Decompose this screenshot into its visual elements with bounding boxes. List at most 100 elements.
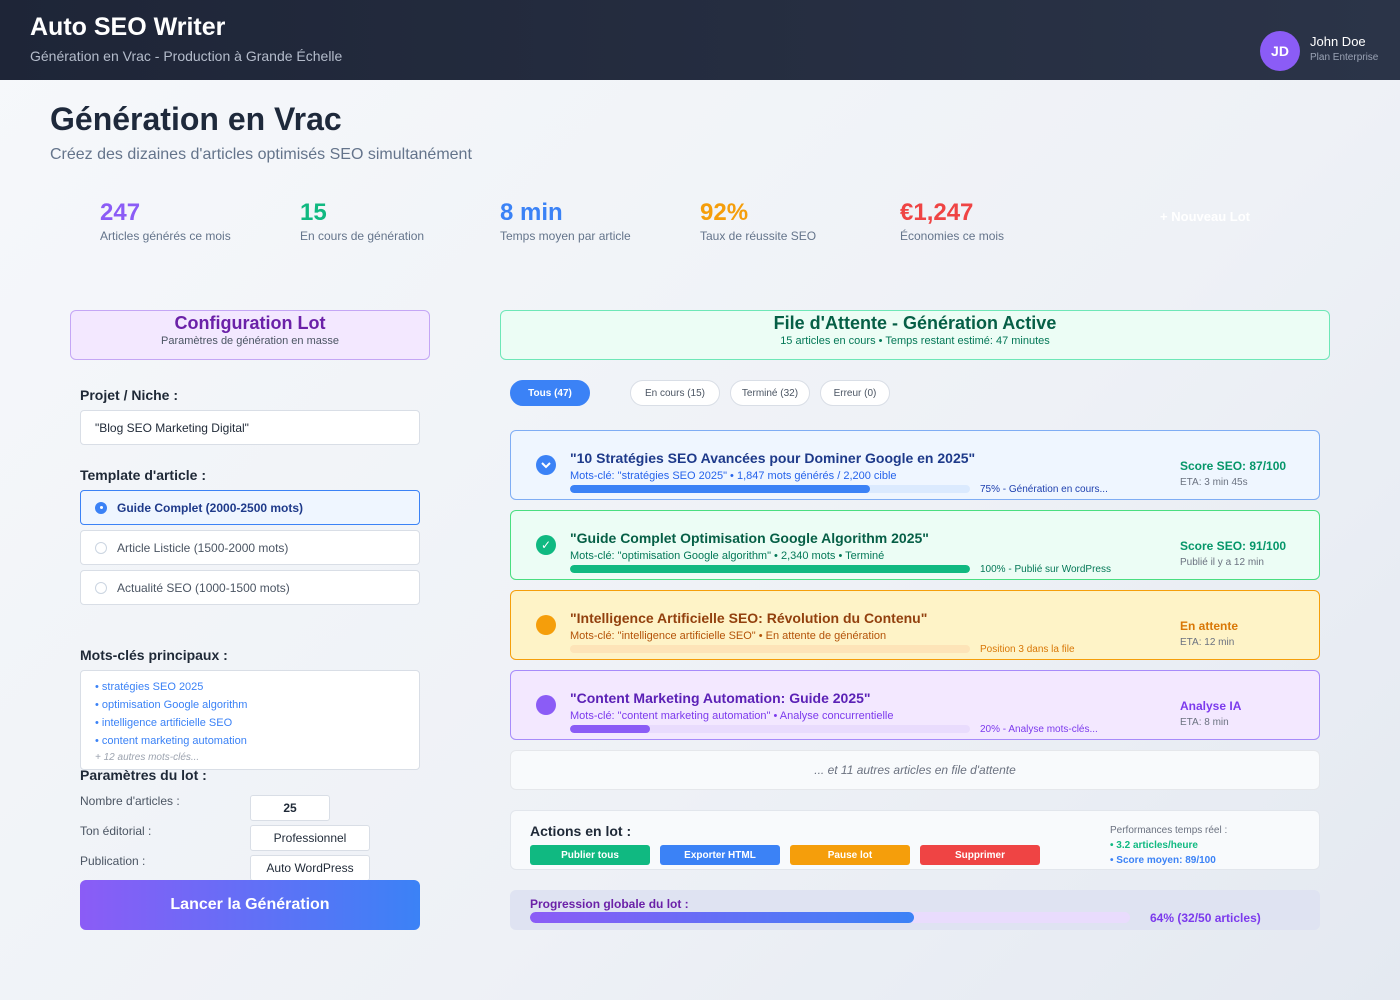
keyword-item: • optimisation Google algorithm	[95, 699, 248, 711]
global-progress-panel: Progression globale du lot : 64% (32/50 …	[510, 890, 1320, 930]
batch-actions-panel: Actions en lot : Publier tous Exporter H…	[510, 810, 1320, 870]
queue-item-score: Score SEO: 87/100	[1180, 459, 1287, 473]
stat-value-success-rate: 92%	[700, 199, 749, 226]
keyword-item: • content marketing automation	[95, 735, 247, 747]
progress-fill	[570, 725, 650, 733]
queue-item-progress-text: 100% - Publié sur WordPress	[980, 564, 1111, 575]
template-option-news[interactable]: Actualité SEO (1000-1500 mots)	[80, 570, 420, 605]
queue-item-eta: ETA: 8 min	[1180, 717, 1229, 728]
param-label-publication: Publication :	[80, 854, 146, 868]
queue-item[interactable]: "10 Stratégies SEO Avancées pour Dominer…	[510, 430, 1320, 500]
project-label: Projet / Niche :	[80, 387, 179, 403]
queue-item-progress-text: 75% - Génération en cours...	[980, 484, 1108, 495]
template-option-guide[interactable]: Guide Complet (2000-2500 mots)	[80, 490, 420, 525]
progress-fill	[570, 565, 970, 573]
performance-score: • Score moyen: 89/100	[1110, 855, 1216, 866]
delete-button[interactable]: Supprimer	[920, 845, 1040, 865]
param-label-count: Nombre d'articles :	[80, 794, 180, 808]
template-option-label: Guide Complet (2000-2500 mots)	[117, 500, 304, 515]
tab-in-progress[interactable]: En cours (15)	[630, 380, 720, 406]
queue-item[interactable]: ✓ "Guide Complet Optimisation Google Alg…	[510, 510, 1320, 580]
more-items-note[interactable]: ... et 11 autres articles en file d'atte…	[510, 750, 1320, 790]
circle-icon	[536, 695, 556, 715]
stat-label-in-progress: En cours de génération	[300, 229, 425, 243]
stat-value-savings: €1,247	[900, 199, 974, 226]
queue-item-status: En attente	[1180, 619, 1239, 633]
stat-value-articles: 247	[100, 199, 141, 226]
template-label: Template d'article :	[80, 467, 206, 483]
queue-item-meta: Mots-clé: "content marketing automation"…	[570, 710, 894, 722]
stat-value-avg-time: 8 min	[500, 199, 563, 226]
pause-lot-button[interactable]: Pause lot	[790, 845, 910, 865]
template-option-label: Actualité SEO (1000-1500 mots)	[117, 580, 290, 595]
article-count-input[interactable]: 25	[250, 795, 330, 821]
stat-label-savings: Économies ce mois	[900, 229, 1005, 243]
keyword-item: • stratégies SEO 2025	[95, 681, 204, 693]
queue-item-progress-text: Position 3 dans la file	[980, 644, 1075, 655]
queue-item-title: "Intelligence Artificielle SEO: Révoluti…	[570, 610, 928, 626]
queue-item-eta: Publié il y a 12 min	[1180, 557, 1264, 568]
queue-panel-header: File d'Attente - Génération Active 15 ar…	[500, 310, 1330, 360]
tab-error[interactable]: Erreur (0)	[820, 380, 890, 406]
queue-item-score: Score SEO: 91/100	[1180, 539, 1287, 553]
new-lot-button[interactable]: + Nouveau Lot	[1140, 200, 1270, 232]
global-progress-fill	[530, 912, 914, 923]
template-option-listicle[interactable]: Article Listicle (1500-2000 mots)	[80, 530, 420, 565]
config-panel-header: Configuration Lot Paramètres de générati…	[70, 310, 430, 360]
launch-generation-button[interactable]: Lancer la Génération	[80, 880, 420, 930]
stat-label-avg-time: Temps moyen par article	[500, 229, 631, 243]
keywords-label: Mots-clés principaux :	[80, 647, 228, 663]
radio-empty-icon	[95, 541, 107, 554]
publication-select[interactable]: Auto WordPress	[250, 855, 370, 881]
circle-icon	[536, 615, 556, 635]
publish-all-button[interactable]: Publier tous	[530, 845, 650, 865]
keyword-item: • intelligence artificielle SEO	[95, 717, 233, 729]
global-progress-bar	[530, 912, 1130, 923]
queue-item[interactable]: "Content Marketing Automation: Guide 202…	[510, 670, 1320, 740]
export-html-button[interactable]: Exporter HTML	[660, 845, 780, 865]
radio-empty-icon	[95, 581, 107, 594]
config-title: Configuration Lot	[174, 313, 326, 333]
queue-item-title: "10 Stratégies SEO Avancées pour Dominer…	[570, 450, 976, 466]
keywords-textarea[interactable]: • stratégies SEO 2025 • optimisation Goo…	[80, 670, 420, 770]
queue-title: File d'Attente - Génération Active	[773, 313, 1057, 333]
page-title: Génération en Vrac	[50, 101, 342, 137]
queue-item-meta: Mots-clé: "optimisation Google algorithm…	[570, 550, 885, 562]
template-option-label: Article Listicle (1500-2000 mots)	[117, 540, 289, 555]
progress-fill	[570, 485, 870, 493]
radio-selected-icon	[95, 501, 107, 514]
queue-item-eta: ETA: 12 min	[1180, 637, 1235, 648]
queue-subtitle: 15 articles en cours • Temps restant est…	[780, 335, 1050, 347]
chevron-down-icon	[536, 455, 556, 475]
app-subtitle: Génération en Vrac - Production à Grande…	[30, 48, 343, 64]
queue-item-meta: Mots-clé: "stratégies SEO 2025" • 1,847 …	[570, 470, 897, 482]
app-title: Auto SEO Writer	[30, 13, 226, 41]
keywords-more: + 12 autres mots-clés...	[95, 752, 200, 763]
queue-item[interactable]: "Intelligence Artificielle SEO: Révoluti…	[510, 590, 1320, 660]
queue-item-title: "Content Marketing Automation: Guide 202…	[570, 690, 871, 706]
tone-select[interactable]: Professionnel	[250, 825, 370, 851]
queue-item-progress-bar	[570, 565, 970, 573]
global-progress-text: 64% (32/50 articles)	[1150, 911, 1261, 925]
queue-item-status: Analyse IA	[1180, 699, 1242, 713]
checkmark-icon: ✓	[536, 535, 556, 555]
project-input[interactable]: "Blog SEO Marketing Digital"	[80, 410, 420, 445]
batch-actions-title: Actions en lot :	[530, 823, 632, 839]
queue-item-meta: Mots-clé: "intelligence artificielle SEO…	[570, 630, 887, 642]
queue-item-title: "Guide Complet Optimisation Google Algor…	[570, 530, 929, 546]
user-name: John Doe	[1310, 34, 1366, 49]
performance-title: Performances temps réel :	[1110, 825, 1228, 836]
params-label: Paramètres du lot :	[80, 767, 207, 783]
avatar[interactable]: JD	[1260, 31, 1300, 71]
queue-item-eta: ETA: 3 min 45s	[1180, 477, 1248, 488]
tab-all[interactable]: Tous (47)	[510, 380, 590, 406]
stat-value-in-progress: 15	[300, 199, 327, 226]
page-subtitle: Créez des dizaines d'articles optimisés …	[50, 146, 472, 163]
param-label-tone: Ton éditorial :	[80, 824, 152, 838]
performance-rate: • 3.2 articles/heure	[1110, 840, 1198, 851]
global-progress-label: Progression globale du lot :	[530, 897, 689, 911]
queue-item-progress-text: 20% - Analyse mots-clés...	[980, 724, 1098, 735]
tab-done[interactable]: Terminé (32)	[730, 380, 810, 406]
stat-label-success-rate: Taux de réussite SEO	[700, 229, 817, 243]
queue-item-progress-bar	[570, 645, 970, 653]
